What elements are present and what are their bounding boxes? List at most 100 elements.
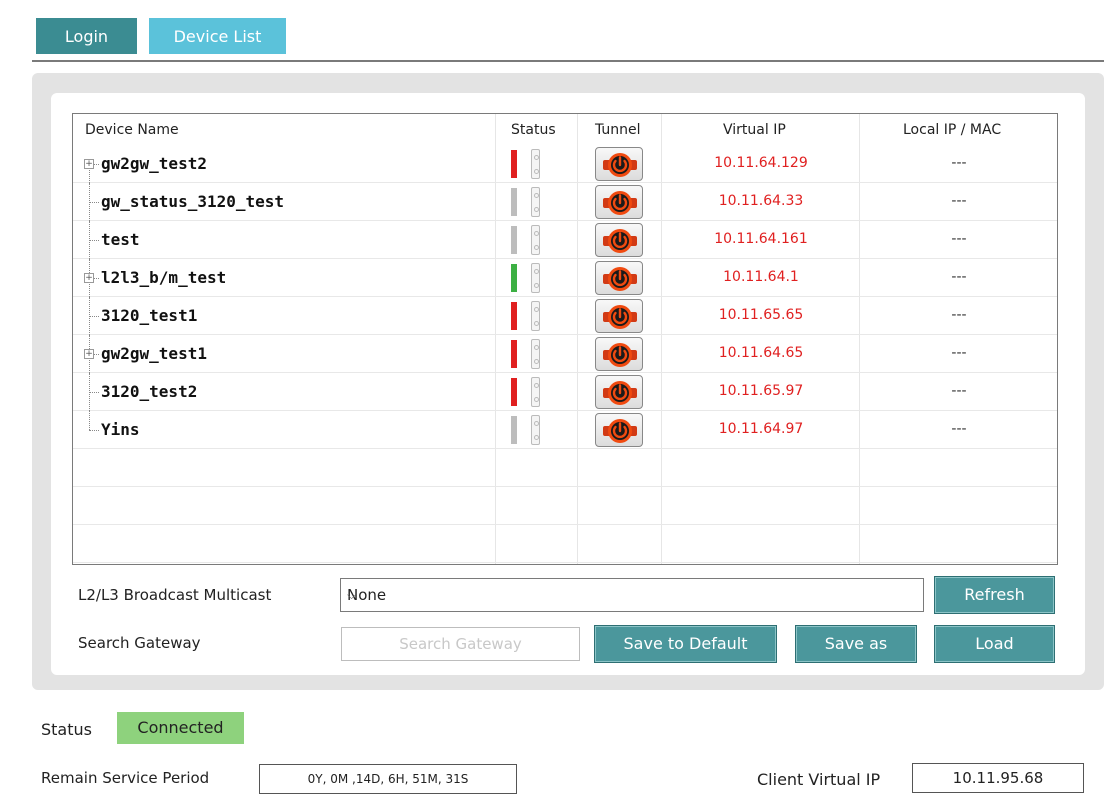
status-badge: Connected [117,712,244,744]
tunnel-power-button[interactable] [595,337,643,371]
device-name: Yins [101,420,140,439]
connector-icon [531,149,540,179]
local-ip-mac: --- [951,155,967,171]
tunnel-power-button[interactable] [595,223,643,257]
status-indicator [511,302,517,330]
expand-icon[interactable]: + [84,273,94,283]
tree-branch [89,240,99,241]
table-row[interactable]: + gw2gw_test2 10.11.64.129 --- [73,145,1057,183]
tree-branch [89,430,99,431]
power-icon [603,419,637,443]
broadcast-select[interactable]: None ⌵ [340,578,924,612]
table-header: Device Name Status Tunnel Virtual IP Loc… [73,114,1057,145]
header-status: Status [511,122,556,138]
device-name: 3120_test2 [101,382,198,401]
tree-branch [89,202,99,203]
device-name: l2l3_b/m_test [101,268,227,287]
local-ip-mac: --- [951,269,967,285]
connector-icon [531,301,540,331]
load-button[interactable]: Load [934,625,1055,663]
status-indicator [511,378,517,406]
broadcast-label: L2/L3 Broadcast Multicast [78,586,272,604]
refresh-button[interactable]: Refresh [934,576,1055,614]
device-table: Device Name Status Tunnel Virtual IP Loc… [72,113,1058,565]
virtual-ip: 10.11.64.161 [714,231,808,247]
table-row[interactable]: + gw2gw_test1 10.11.64.65 --- [73,335,1057,373]
virtual-ip: 10.11.64.1 [723,269,799,285]
table-row[interactable]: Yins 10.11.64.97 --- [73,411,1057,449]
tree-line [89,411,90,430]
search-label: Search Gateway [78,634,201,652]
tree-branch [89,392,99,393]
table-row [73,449,1057,487]
virtual-ip: 10.11.64.129 [714,155,808,171]
save-default-button[interactable]: Save to Default [594,625,777,663]
connector-icon [531,187,540,217]
power-icon [603,381,637,405]
header-tunnel: Tunnel [595,122,641,138]
device-name: gw2gw_test1 [101,344,207,363]
remain-label: Remain Service Period [41,769,210,787]
power-icon [603,343,637,367]
expand-icon[interactable]: + [84,159,94,169]
tab-bar: Login Device List [36,18,286,54]
header-local-ip-mac: Local IP / MAC [903,122,1002,138]
power-icon [603,191,637,215]
tunnel-power-button[interactable] [595,261,643,295]
connector-icon [531,377,540,407]
table-row[interactable]: test 10.11.64.161 --- [73,221,1057,259]
status-indicator [511,264,517,292]
table-row[interactable]: 3120_test1 10.11.65.65 --- [73,297,1057,335]
table-row [73,487,1057,525]
client-ip-value: 10.11.95.68 [912,763,1084,793]
tunnel-power-button[interactable] [595,375,643,409]
virtual-ip: 10.11.64.65 [718,345,804,361]
local-ip-mac: --- [951,383,967,399]
client-ip-label: Client Virtual IP [757,770,881,789]
expand-icon[interactable]: + [84,349,94,359]
table-row [73,525,1057,563]
tunnel-power-button[interactable] [595,147,643,181]
chevron-down-icon: ⌵ [347,588,357,602]
connector-icon [531,225,540,255]
tab-device-list[interactable]: Device List [149,18,286,54]
local-ip-mac: --- [951,231,967,247]
remain-value: 0Y, 0M ,14D, 6H, 51M, 31S [259,764,517,794]
virtual-ip: 10.11.64.97 [718,421,804,437]
tunnel-power-button[interactable] [595,413,643,447]
device-name: test [101,230,140,249]
connector-icon [531,415,540,445]
virtual-ip: 10.11.65.65 [718,307,804,323]
power-icon [603,267,637,291]
header-device-name: Device Name [85,122,179,138]
device-name: gw_status_3120_test [101,192,285,211]
local-ip-mac: --- [951,307,967,323]
table-row[interactable]: + l2l3_b/m_test 10.11.64.1 --- [73,259,1057,297]
tab-login[interactable]: Login [36,18,137,54]
tunnel-power-button[interactable] [595,299,643,333]
local-ip-mac: --- [951,193,967,209]
tab-divider [32,60,1104,62]
status-indicator [511,416,517,444]
header-virtual-ip: Virtual IP [723,122,786,138]
local-ip-mac: --- [951,421,967,437]
connector-icon [531,339,540,369]
status-label: Status [41,720,92,739]
search-input[interactable]: Search Gateway [341,627,580,661]
status-indicator [511,340,517,368]
device-name: gw2gw_test2 [101,154,207,173]
virtual-ip: 10.11.65.97 [718,383,804,399]
table-row[interactable]: 3120_test2 10.11.65.97 --- [73,373,1057,411]
status-indicator [511,188,517,216]
connector-icon [531,263,540,293]
power-icon [603,305,637,329]
tree-branch [89,316,99,317]
device-name: 3120_test1 [101,306,198,325]
local-ip-mac: --- [951,345,967,361]
table-row[interactable]: gw_status_3120_test 10.11.64.33 --- [73,183,1057,221]
status-indicator [511,150,517,178]
virtual-ip: 10.11.64.33 [718,193,804,209]
tunnel-power-button[interactable] [595,185,643,219]
power-icon [603,153,637,177]
save-as-button[interactable]: Save as [795,625,917,663]
